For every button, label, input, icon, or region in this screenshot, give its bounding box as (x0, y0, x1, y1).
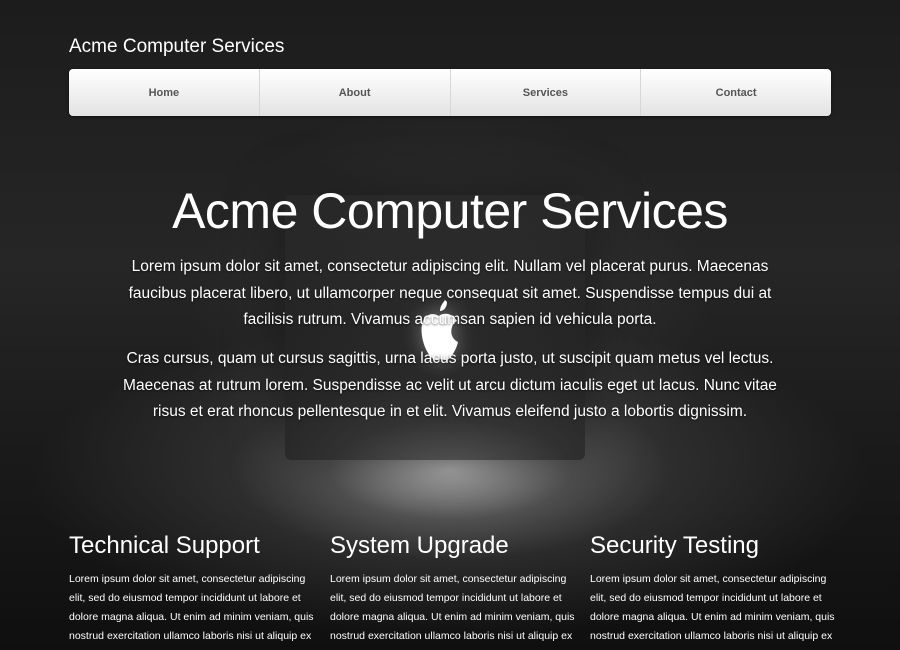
feature-text: Lorem ipsum dolor sit amet, consectetur … (590, 573, 835, 650)
hero-paragraph-1: Lorem ipsum dolor sit amet, consectetur … (128, 258, 772, 328)
feature-security-testing: Security Testing Lorem ipsum dolor sit a… (590, 530, 835, 650)
feature-technical-support: Technical Support Lorem ipsum dolor sit … (69, 530, 314, 650)
nav-item-about[interactable]: About (260, 69, 451, 116)
nav-item-contact[interactable]: Contact (641, 69, 831, 116)
feature-system-upgrade: System Upgrade Lorem ipsum dolor sit ame… (330, 530, 575, 650)
main-navbar: Home About Services Contact (69, 69, 831, 116)
hero-title: Acme Computer Services (172, 183, 728, 239)
feature-title: Technical Support (69, 532, 260, 559)
feature-title: System Upgrade (330, 532, 509, 559)
feature-text: Lorem ipsum dolor sit amet, consectetur … (330, 573, 575, 650)
nav-item-services[interactable]: Services (451, 69, 642, 116)
site-title[interactable]: Acme Computer Services (69, 36, 284, 58)
feature-title: Security Testing (590, 532, 759, 559)
nav-item-home[interactable]: Home (69, 69, 260, 116)
feature-text: Lorem ipsum dolor sit amet, consectetur … (69, 573, 314, 650)
hero-paragraph-2: Cras cursus, quam ut cursus sagittis, ur… (123, 350, 777, 420)
page: Acme Computer Services Home About Servic… (0, 0, 900, 650)
